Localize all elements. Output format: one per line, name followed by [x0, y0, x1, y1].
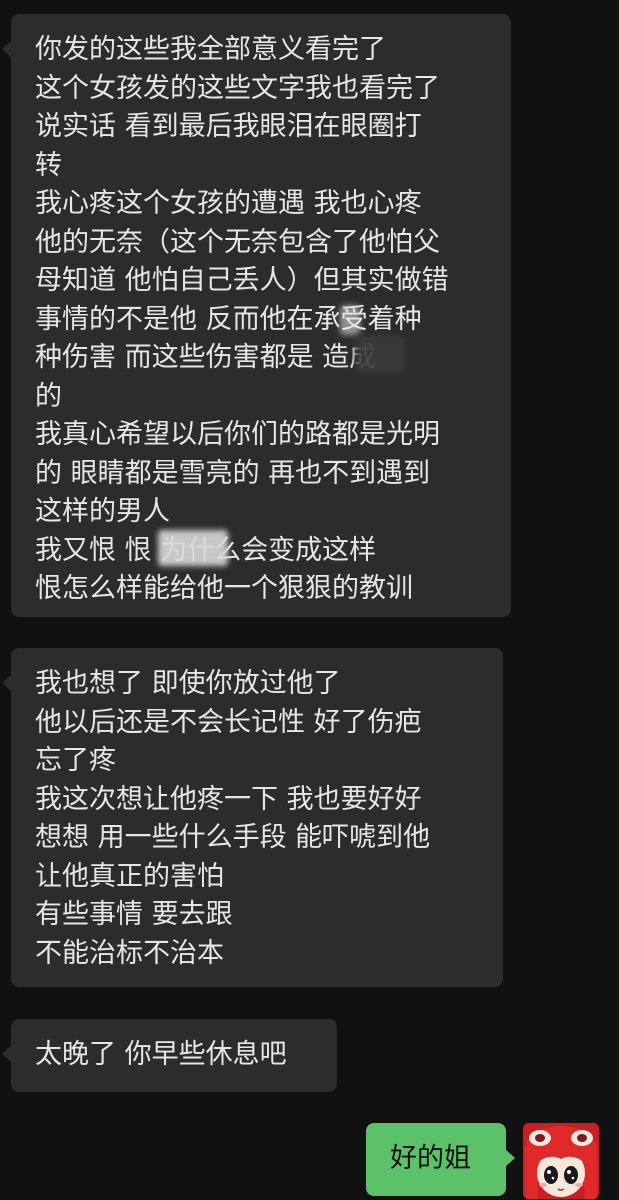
cartoon-girl-avatar-icon[interactable]	[523, 1123, 599, 1199]
outgoing-message-bubble[interactable]: 好的姐	[366, 1123, 515, 1196]
redaction-blur	[158, 530, 228, 566]
message-line: 他的无奈（这个无奈包含了他怕父	[35, 226, 440, 258]
message-line: 我又恨 恨 为什么会变成这样	[35, 534, 377, 566]
message-line: 想想 用一些什么手段 能吓唬到他	[35, 822, 431, 853]
message-line: 说实话 看到最后我眼泪在眼圈打	[35, 111, 422, 142]
message-line: 不能治标不治本	[35, 937, 224, 969]
message-line: 母知道 他怕自己丢人）但其实做错	[35, 265, 449, 296]
message-line: 让他真正的害怕	[35, 860, 224, 892]
message-line: 这样的男人	[35, 496, 170, 527]
incoming-message-bubble[interactable]: 太晚了 你早些休息吧	[2, 1019, 337, 1092]
message-line: 种伤害 而这些伤害都是 造成	[35, 342, 377, 373]
message-line: 恨怎么样能给他一个狠狠的教训	[35, 573, 413, 604]
message-line: 的	[35, 380, 62, 412]
message-line: 他以后还是不会长记性 好了伤疤	[35, 706, 422, 738]
message-line: 好的姐	[390, 1143, 471, 1174]
chat-conversation[interactable]: 你发的这些我全部意义看完了 这个女孩发的这些文字我也看完了 说实话 看到最后我眼…	[0, 0, 619, 1200]
message-line: 我也想了 即使你放过他了	[35, 668, 341, 699]
redaction-blur	[355, 335, 405, 373]
redaction-blur	[340, 305, 360, 335]
message-line: 你发的这些我全部意义看完了	[35, 34, 386, 65]
message-line: 这个女孩发的这些文字我也看完了	[35, 72, 440, 104]
message-line: 有些事情 要去跟	[35, 899, 233, 930]
message-line: 我这次想让他疼一下 我也要好好	[35, 783, 422, 815]
message-line: 转	[35, 149, 62, 181]
incoming-message-bubble[interactable]: 我也想了 即使你放过他了 他以后还是不会长记性 好了伤疤 忘了疼 我这次想让他疼…	[2, 648, 503, 987]
message-line: 我心疼这个女孩的遭遇 我也心疼	[35, 188, 422, 219]
avatar-image	[523, 1123, 599, 1199]
message-line: 太晚了 你早些休息吧	[35, 1039, 287, 1070]
message-line: 忘了疼	[35, 745, 116, 776]
message-line: 我真心希望以后你们的路都是光明	[35, 419, 440, 450]
incoming-message-bubble[interactable]: 你发的这些我全部意义看完了 这个女孩发的这些文字我也看完了 说实话 看到最后我眼…	[2, 14, 511, 617]
message-line: 的 眼睛都是雪亮的 再也不到遇到	[35, 457, 431, 489]
message-line: 事情的不是他 反而他在承受着种	[35, 303, 422, 335]
